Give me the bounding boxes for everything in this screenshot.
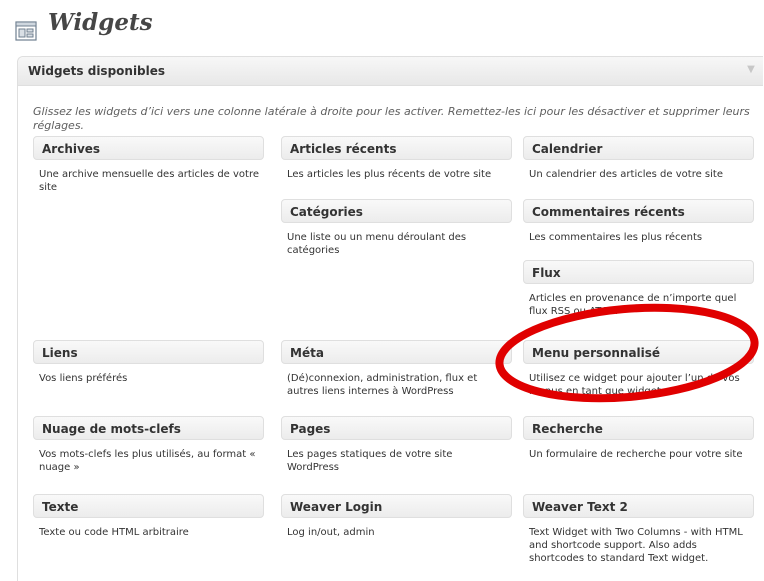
widget-meta[interactable]: Méta (Dé)connexion, administration, flux… xyxy=(281,340,512,400)
widget-title-recent-posts[interactable]: Articles récents xyxy=(281,136,512,160)
widget-title-custom-menu[interactable]: Menu personnalisé xyxy=(523,340,754,364)
widget-description-pages: Les pages statiques de votre site WordPr… xyxy=(287,449,453,473)
widget-description-search: Un formulaire de recherche pour votre si… xyxy=(529,449,743,460)
widget-title-rss[interactable]: Flux xyxy=(523,260,754,284)
widget-description-meta: (Dé)connexion, administration, flux et a… xyxy=(287,373,478,397)
widget-links[interactable]: Liens Vos liens préférés xyxy=(33,340,264,400)
widget-title-weaver-text-2[interactable]: Weaver Text 2 xyxy=(523,494,754,518)
widget-description-archives: Une archive mensuelle des articles de vo… xyxy=(39,169,260,193)
widget-description-text: Texte ou code HTML arbitraire xyxy=(39,527,189,538)
page-header: Widgets xyxy=(14,11,153,46)
widget-description-categories: Une liste ou un menu déroulant des catég… xyxy=(287,232,467,256)
widget-title-pages[interactable]: Pages xyxy=(281,416,512,440)
widget-recent-posts[interactable]: Articles récents Les articles les plus r… xyxy=(281,136,512,196)
available-widgets-panel: Widgets disponibles ▼ Glissez les widget… xyxy=(17,56,763,581)
widget-description-links: Vos liens préférés xyxy=(39,373,128,384)
widgets-icon xyxy=(14,19,38,43)
widget-description-custom-menu: Utilisez ce widget pour ajouter l’un de … xyxy=(529,373,740,397)
widget-description-weaver-text-2: Text Widget with Two Columns - with HTML… xyxy=(529,527,743,564)
widget-title-text[interactable]: Texte xyxy=(33,494,264,518)
widget-title-archives[interactable]: Archives xyxy=(33,136,264,160)
widget-custom-menu[interactable]: Menu personnalisé Utilisez ce widget pou… xyxy=(523,340,754,400)
widget-text[interactable]: Texte Texte ou code HTML arbitraire xyxy=(33,494,264,554)
widget-rss[interactable]: Flux Articles en provenance de n’importe… xyxy=(523,260,754,320)
widgets-instructions: Glissez les widgets d’ici vers une colon… xyxy=(33,105,750,132)
widget-title-categories[interactable]: Catégories xyxy=(281,199,512,223)
widget-weaver-text-2[interactable]: Weaver Text 2 Text Widget with Two Colum… xyxy=(523,494,754,564)
widget-description-recent-comments: Les commentaires les plus récents xyxy=(529,232,703,243)
widget-title-weaver-login[interactable]: Weaver Login xyxy=(281,494,512,518)
widget-archives[interactable]: Archives Une archive mensuelle des artic… xyxy=(33,136,264,196)
available-widgets-grid: Archives Une archive mensuelle des artic… xyxy=(33,136,763,581)
widget-title-search[interactable]: Recherche xyxy=(523,416,754,440)
widget-tag-cloud[interactable]: Nuage de mots-clefs Vos mots-clefs les p… xyxy=(33,416,264,476)
widget-weaver-login[interactable]: Weaver Login Log in/out, admin xyxy=(281,494,512,554)
widget-calendar[interactable]: Calendrier Un calendrier des articles de… xyxy=(523,136,754,196)
widget-categories[interactable]: Catégories Une liste ou un menu déroulan… xyxy=(281,199,512,259)
widget-description-recent-posts: Les articles les plus récents de votre s… xyxy=(287,169,492,180)
widget-title-calendar[interactable]: Calendrier xyxy=(523,136,754,160)
widget-description-tag-cloud: Vos mots-clefs les plus utilisés, au for… xyxy=(39,449,256,473)
available-widgets-header[interactable]: Widgets disponibles ▼ xyxy=(18,57,763,86)
page-title: Widgets xyxy=(48,9,153,37)
widget-search[interactable]: Recherche Un formulaire de recherche pou… xyxy=(523,416,754,476)
widget-description-weaver-login: Log in/out, admin xyxy=(287,527,375,538)
widget-description-calendar: Un calendrier des articles de votre site xyxy=(529,169,723,180)
available-widgets-title: Widgets disponibles xyxy=(28,64,166,78)
widgets-page: Widgets Widgets disponibles ▼ Glissez le… xyxy=(0,0,764,581)
widget-title-recent-comments[interactable]: Commentaires récents xyxy=(523,199,754,223)
widget-title-tag-cloud[interactable]: Nuage de mots-clefs xyxy=(33,416,264,440)
widget-recent-comments[interactable]: Commentaires récents Les commentaires le… xyxy=(523,199,754,259)
widget-title-links[interactable]: Liens xyxy=(33,340,264,364)
widget-title-meta[interactable]: Méta xyxy=(281,340,512,364)
widget-pages[interactable]: Pages Les pages statiques de votre site … xyxy=(281,416,512,476)
widget-description-rss: Articles en provenance de n’importe quel… xyxy=(529,293,737,317)
collapse-arrow-icon[interactable]: ▼ xyxy=(745,64,757,76)
